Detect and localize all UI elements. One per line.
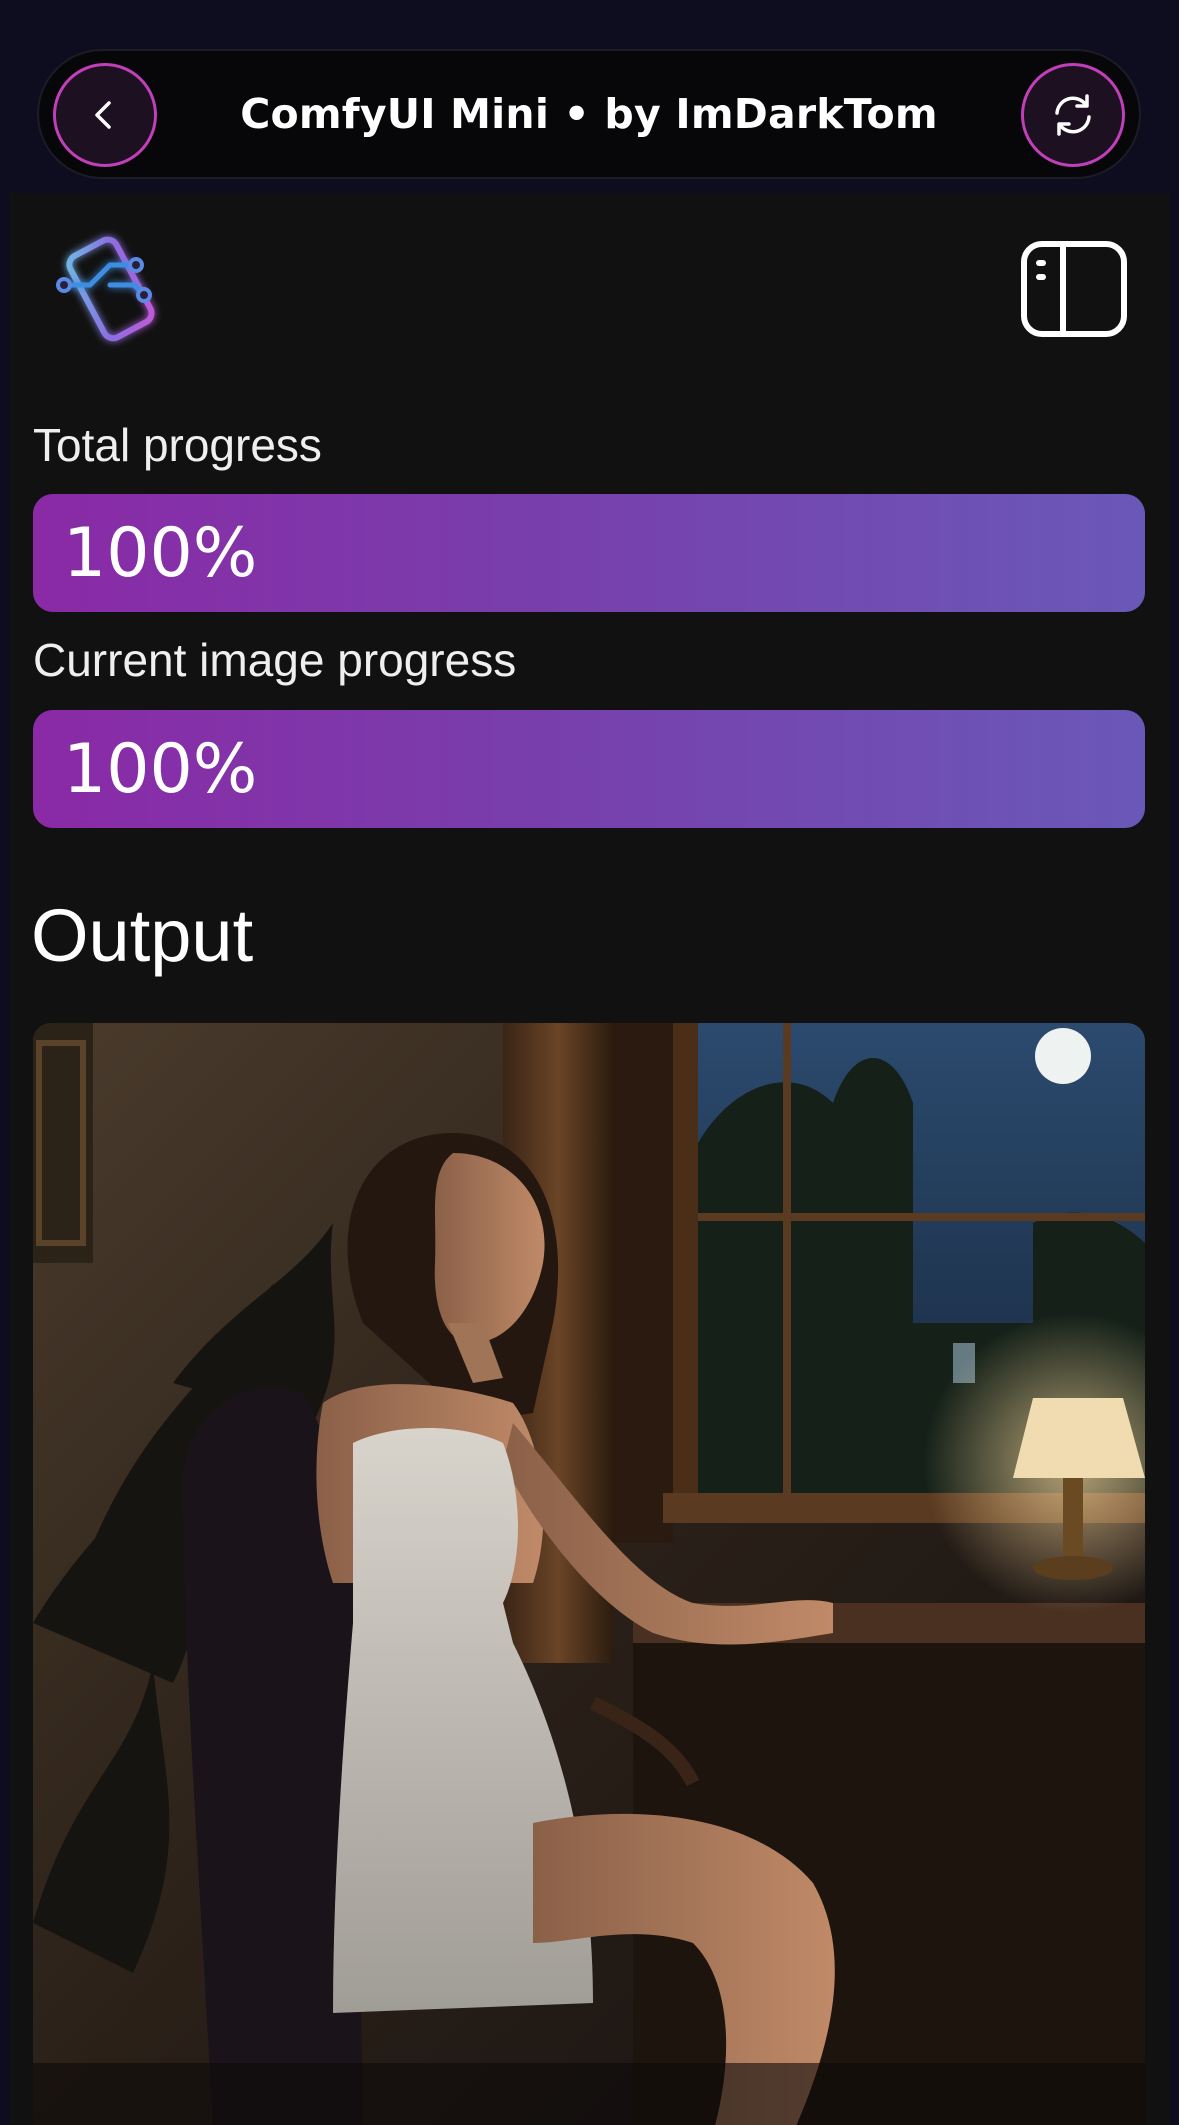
total-progress-text: 100%	[63, 513, 258, 593]
main-panel: Total progress 100% Current image progre…	[9, 193, 1170, 2125]
refresh-icon	[1055, 94, 1091, 136]
reload-button[interactable]	[1021, 63, 1125, 167]
page-title: ComfyUI Mini • by ImDarkTom	[240, 90, 938, 138]
app-logo	[50, 223, 170, 353]
header-pill: ComfyUI Mini • by ImDarkTom	[37, 49, 1141, 179]
total-progress-bar: 100%	[33, 494, 1145, 612]
generated-image	[33, 1023, 1145, 2125]
phone-workflow-logo-icon	[56, 236, 155, 342]
sidebar-toggle-button[interactable]	[1019, 239, 1129, 339]
current-image-progress-bar: 100%	[33, 710, 1145, 828]
output-image[interactable]	[33, 1023, 1145, 2125]
back-button[interactable]	[53, 63, 157, 167]
total-progress-label: Total progress	[33, 419, 322, 471]
current-progress-label: Current image progress	[33, 634, 517, 686]
chevron-left-icon	[95, 101, 111, 129]
top-bar: ComfyUI Mini • by ImDarkTom	[0, 0, 1179, 192]
sidebar-toggle-icon	[1021, 241, 1127, 337]
output-heading: Output	[31, 894, 254, 977]
current-progress-text: 100%	[63, 729, 258, 809]
